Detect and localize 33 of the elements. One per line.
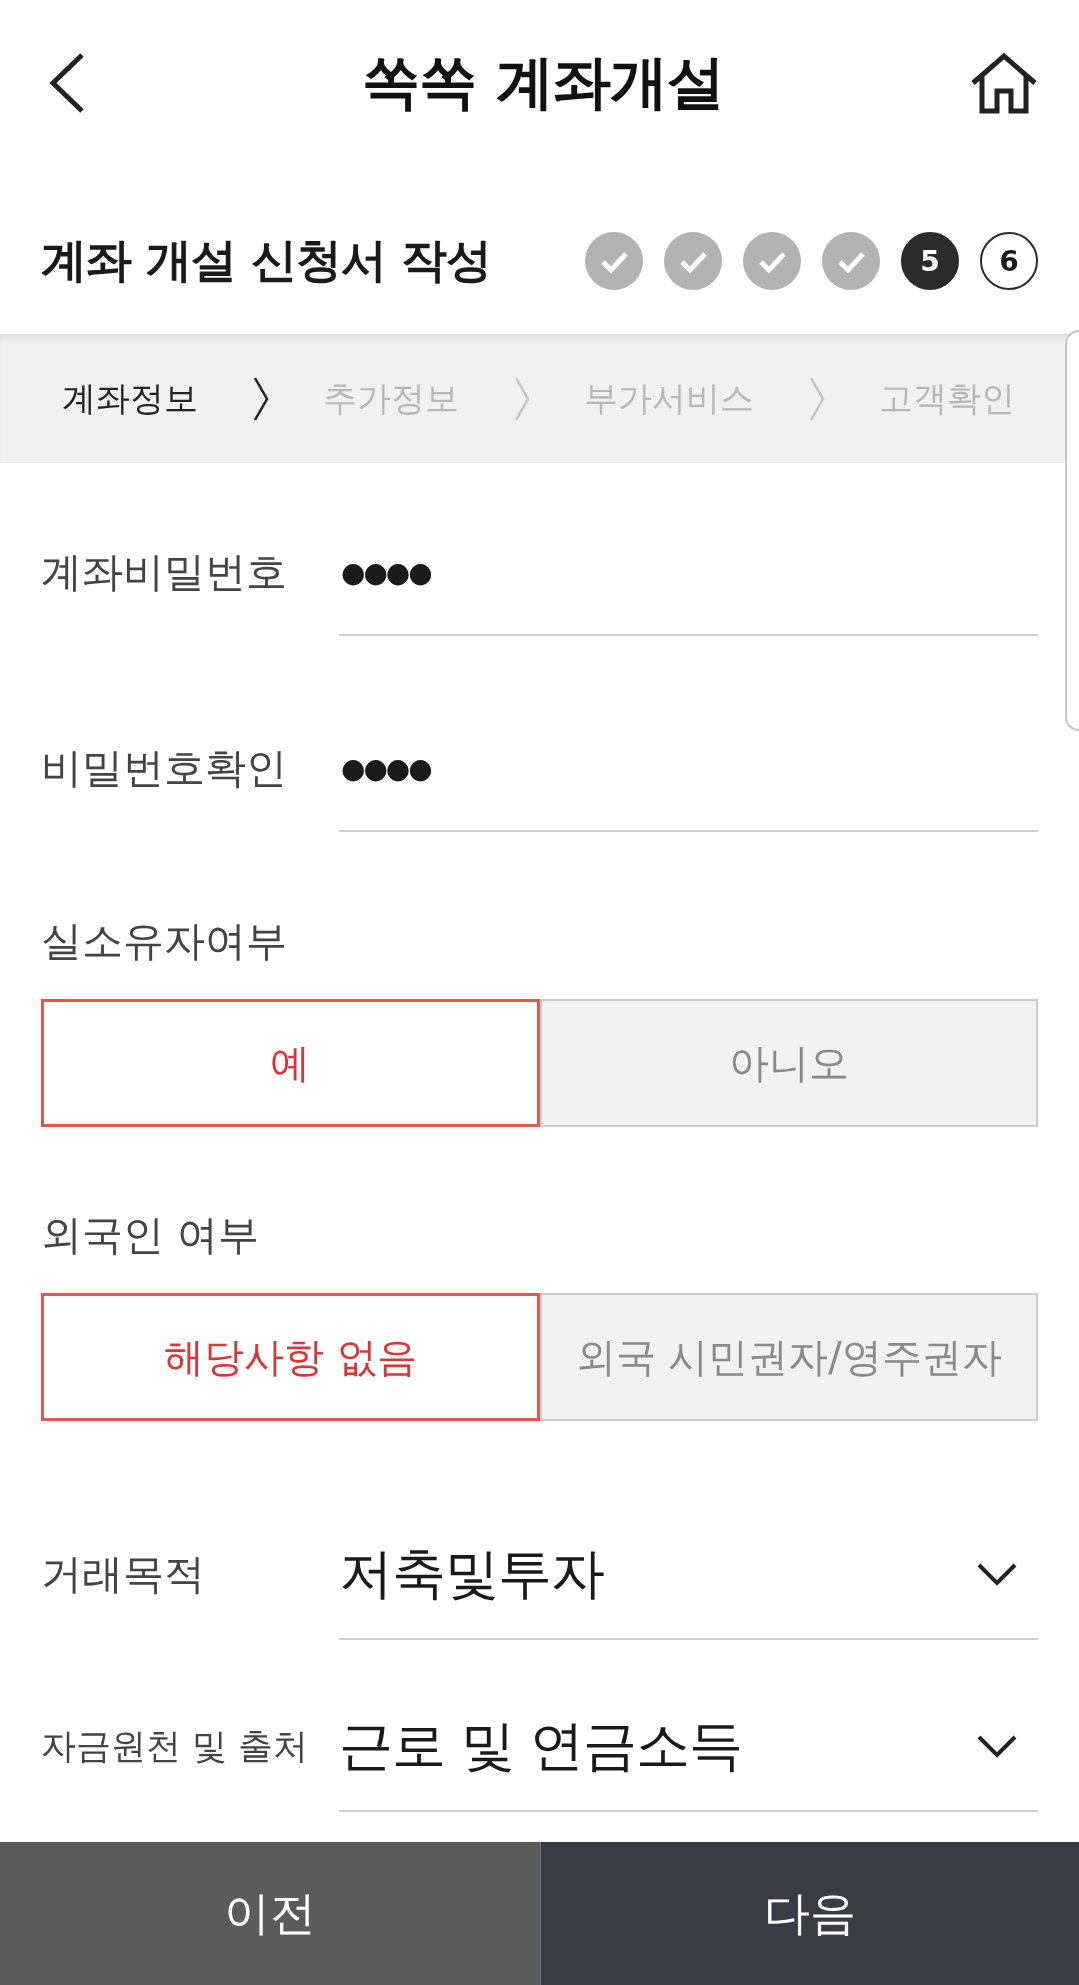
check-circle-icon [822, 232, 880, 290]
check-circle-icon [743, 232, 801, 290]
field-label: 거래목적 [41, 1548, 206, 1600]
home-icon[interactable] [970, 52, 1038, 114]
dropdown-field[interactable]: 저축및투자 [339, 1530, 1038, 1640]
password-field[interactable]: ●●●● [339, 722, 1038, 832]
dropdown-value: 저축및투자 [339, 1540, 604, 1607]
dropdown-value: 근로 및 연금소득 [339, 1712, 743, 1779]
field-label: 계좌비밀번호 [41, 546, 288, 598]
chevron-down-icon [976, 1561, 1018, 1587]
field-label: 비밀번호확인 [41, 742, 288, 794]
field-label: 실소유자여부 [41, 916, 287, 966]
step-number: 5 [901, 232, 959, 290]
previous-button[interactable]: 이전 [0, 1842, 540, 1985]
field-label: 자금원천 및 출처 [41, 1724, 310, 1768]
chevron-right-icon [808, 375, 825, 422]
option-button[interactable]: 예 [41, 999, 540, 1127]
dropdown-field[interactable]: 근로 및 연금소득 [339, 1702, 1038, 1812]
next-button[interactable]: 다음 [540, 1842, 1079, 1985]
back-icon[interactable] [48, 52, 86, 114]
check-circle-icon [664, 232, 722, 290]
password-field[interactable]: ●●●● [339, 526, 1038, 636]
chevron-right-icon [252, 375, 269, 422]
chevron-down-icon [976, 1733, 1018, 1759]
step-tab[interactable]: 계좌정보 [62, 375, 198, 422]
field-label: 외국인 여부 [41, 1210, 260, 1260]
section-title: 계좌 개설 신청서 작성 [41, 232, 492, 289]
option-button[interactable]: 해당사항 없음 [41, 1293, 540, 1421]
step-number: 6 [980, 232, 1038, 290]
page-title: 쏙쏙 계좌개설 [362, 47, 724, 118]
chevron-right-icon [513, 375, 530, 422]
check-circle-icon [585, 232, 643, 290]
side-panel-handle[interactable] [1065, 330, 1079, 731]
